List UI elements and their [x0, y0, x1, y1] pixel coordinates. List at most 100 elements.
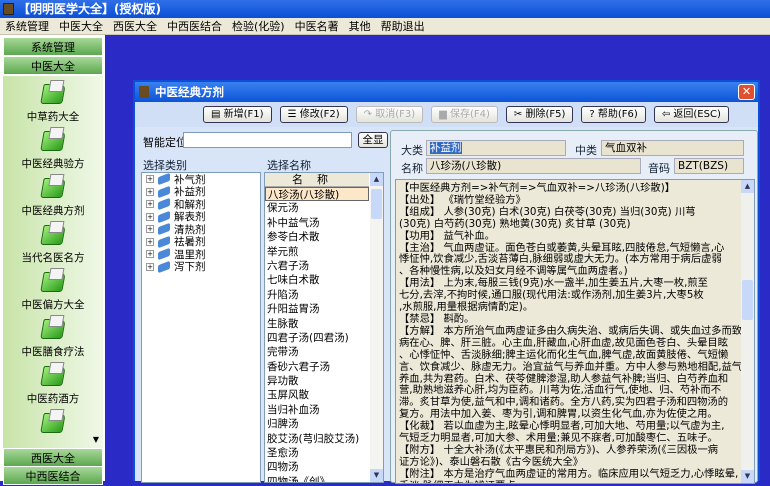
content-line: (30克) 白芍药(30克) 熟地黄(30克) 炙甘草 (30克): [399, 217, 631, 230]
return-icon: ⇦: [661, 109, 674, 120]
content-line: 言、饮食减少、脉虚无力。治宜益气与养血并重。方中人参与熟地相配,益气: [399, 360, 743, 373]
menu-item[interactable]: 帮助退出: [376, 18, 430, 34]
name-list-item[interactable]: 举元煎: [265, 245, 369, 259]
new-icon: ▤: [211, 109, 224, 120]
sidebar-item[interactable]: 当代名医名方: [3, 225, 103, 265]
expand-icon[interactable]: +: [146, 237, 154, 246]
sidebar-header-integrated[interactable]: 中西医结合: [3, 466, 103, 485]
menu-item[interactable]: 其他: [344, 18, 376, 34]
menu-item[interactable]: 中医名著: [290, 18, 344, 34]
name-label: 选择名称: [267, 159, 311, 172]
book-icon: [158, 235, 170, 248]
expand-icon[interactable]: +: [146, 187, 154, 196]
toolbar-button-0[interactable]: ▤ 新增(F1): [203, 106, 272, 123]
dialog-title-bar: 中医经典方剂 ✕: [135, 82, 758, 102]
sidebar-item[interactable]: 中医药酒方: [3, 366, 103, 406]
name-list-item[interactable]: 香砂六君子汤: [265, 360, 369, 374]
close-button[interactable]: ✕: [738, 84, 755, 100]
name-list-item[interactable]: 归脾汤: [265, 417, 369, 431]
formula-content[interactable]: 【中医经典方剂=>补气剂=>气血双补=>八珍汤(八珍散)】 【出处】 《瑞竹堂经验…: [395, 179, 755, 484]
mid-category-label: 中类: [575, 144, 597, 157]
expand-icon[interactable]: +: [146, 212, 154, 221]
book-icon: [158, 173, 170, 186]
book-icon: [158, 210, 170, 223]
toolbar-button-5[interactable]: ? 帮助(F6): [581, 106, 646, 123]
toolbar-button-label: 保存(F4): [450, 109, 490, 120]
sidebar-item[interactable]: 中医膳食疗法: [3, 319, 103, 359]
app-title: 【明明医学大全】(授权版): [18, 2, 161, 16]
sidebar-header-system[interactable]: 系统管理: [3, 37, 103, 56]
toolbar-button-1[interactable]: ☰ 修改(F2): [279, 106, 348, 123]
name-list-item[interactable]: 七味白术散: [265, 273, 369, 287]
name-list-item[interactable]: 玉屏风散: [265, 388, 369, 402]
formula-dialog: 中医经典方剂 ✕ ▤ 新增(F1) ☰ 修改(F2) ↷ 取消(F3) ▆ 保存(F4)…: [133, 80, 760, 484]
content-line: 舌淡,脉细无力为辨证要点。: [396, 480, 754, 483]
folder-icon: [40, 225, 66, 245]
menu-bar: 系统管理 中医大全 西医大全 中西医结合 检验(化验) 中医名著 其他 帮助退出: [0, 18, 770, 35]
name-list: 名称 八珍汤(八珍散) 保元汤 补中益气汤 参苓白术散 举元煎 六君子汤 七味白术散 升陷汤升…: [264, 172, 384, 483]
mid-category-select[interactable]: 气血双补: [601, 140, 744, 156]
name-column-header[interactable]: 名称: [265, 173, 369, 187]
menu-item[interactable]: 中医大全: [54, 18, 108, 34]
name-list-item[interactable]: 参苓白术散: [265, 230, 369, 244]
content-line: 【功用】 益气补血。: [399, 229, 495, 242]
sidebar-item[interactable]: 中医偏方大全: [3, 272, 103, 312]
book-icon: [158, 198, 170, 211]
category-node[interactable]: + 泻下剂: [142, 260, 260, 274]
expand-icon[interactable]: +: [146, 200, 154, 209]
dialog-title: 中医经典方剂: [155, 85, 224, 99]
name-list-item[interactable]: 完带汤: [265, 345, 369, 359]
sidebar-item[interactable]: [3, 413, 103, 438]
sidebar-item-label: 当代名医名方: [21, 252, 85, 264]
toolbar-button-3[interactable]: ▆ 保存(F4): [431, 106, 498, 123]
toolbar-button-label: 删除(F5): [525, 109, 566, 120]
menu-item[interactable]: 西医大全: [108, 18, 162, 34]
expand-icon[interactable]: +: [146, 175, 154, 184]
name-list-item[interactable]: 四物汤: [265, 460, 369, 474]
toolbar-button-label: 返回(ESC): [673, 109, 721, 120]
category-tree: + 补气剂 + 补益剂 + 和解剂 + 解表剂 + 清热剂 + 祛暑剂 + 温里剂 + 泻下剂: [141, 172, 261, 483]
expand-icon[interactable]: +: [146, 225, 154, 234]
search-input[interactable]: [183, 132, 352, 148]
name-list-item[interactable]: 异功散: [265, 374, 369, 388]
app-icon: [3, 3, 14, 15]
major-category-select[interactable]: 补益剂: [426, 140, 566, 156]
show-all-button[interactable]: 全显: [358, 132, 388, 148]
toolbar-button-2[interactable]: ↷ 取消(F3): [355, 106, 424, 123]
search-label: 智能定位: [143, 136, 187, 149]
menu-item[interactable]: 系统管理: [0, 18, 54, 34]
edit-icon: ☰: [287, 109, 300, 120]
name-list-item[interactable]: 保元汤: [265, 201, 369, 215]
help-icon: ?: [589, 109, 598, 120]
name-list-item[interactable]: 生脉散: [265, 317, 369, 331]
name-list-item[interactable]: 升阳益胃汤: [265, 302, 369, 316]
cancel-icon: ↷: [363, 109, 376, 120]
name-list-item[interactable]: 六君子汤: [265, 259, 369, 273]
name-list-item[interactable]: 胶艾汤(芎归胶艾汤): [265, 432, 369, 446]
code-field[interactable]: BZT(BZS): [674, 158, 744, 174]
category-label: 泻下剂: [174, 261, 206, 274]
name-list-item[interactable]: 四物汤《创》: [265, 475, 369, 482]
expand-icon[interactable]: +: [146, 250, 154, 259]
name-list-item[interactable]: 补中益气汤: [265, 216, 369, 230]
name-list-item[interactable]: 当归补血汤: [265, 403, 369, 417]
menu-item[interactable]: 中西医结合: [162, 18, 227, 34]
menu-item[interactable]: 检验(化验): [227, 18, 290, 34]
sidebar-item[interactable]: 中医经典验方: [3, 131, 103, 171]
name-list-item[interactable]: 升陷汤: [265, 288, 369, 302]
name-list-scrollbar[interactable]: ▲ ▼: [370, 173, 383, 482]
name-list-item[interactable]: 圣愈汤: [265, 446, 369, 460]
name-field[interactable]: 八珍汤(八珍散): [426, 158, 641, 174]
sidebar-item[interactable]: 中医经典方剂: [3, 178, 103, 218]
expand-icon[interactable]: +: [146, 262, 154, 271]
left-panel: 智能定位 全显 选择类别 选择名称 + 补气剂 + 补益剂 + 和解剂 + 解表剂 + 清热剂 + 祛…: [139, 130, 388, 483]
sidebar-item[interactable]: 中草药大全: [3, 84, 103, 124]
book-icon: [158, 185, 170, 198]
sidebar-header-tcm[interactable]: 中医大全: [3, 56, 103, 75]
content-scrollbar[interactable]: ▲ ▼: [741, 180, 754, 483]
name-list-item[interactable]: 四君子汤(四君汤): [265, 331, 369, 345]
name-list-item[interactable]: 八珍汤(八珍散): [265, 187, 369, 202]
toolbar-button-6[interactable]: ⇦ 返回(ESC): [653, 106, 729, 123]
sidebar-header-western[interactable]: 西医大全: [3, 448, 103, 467]
toolbar-button-4[interactable]: ✂ 删除(F5): [505, 106, 574, 123]
